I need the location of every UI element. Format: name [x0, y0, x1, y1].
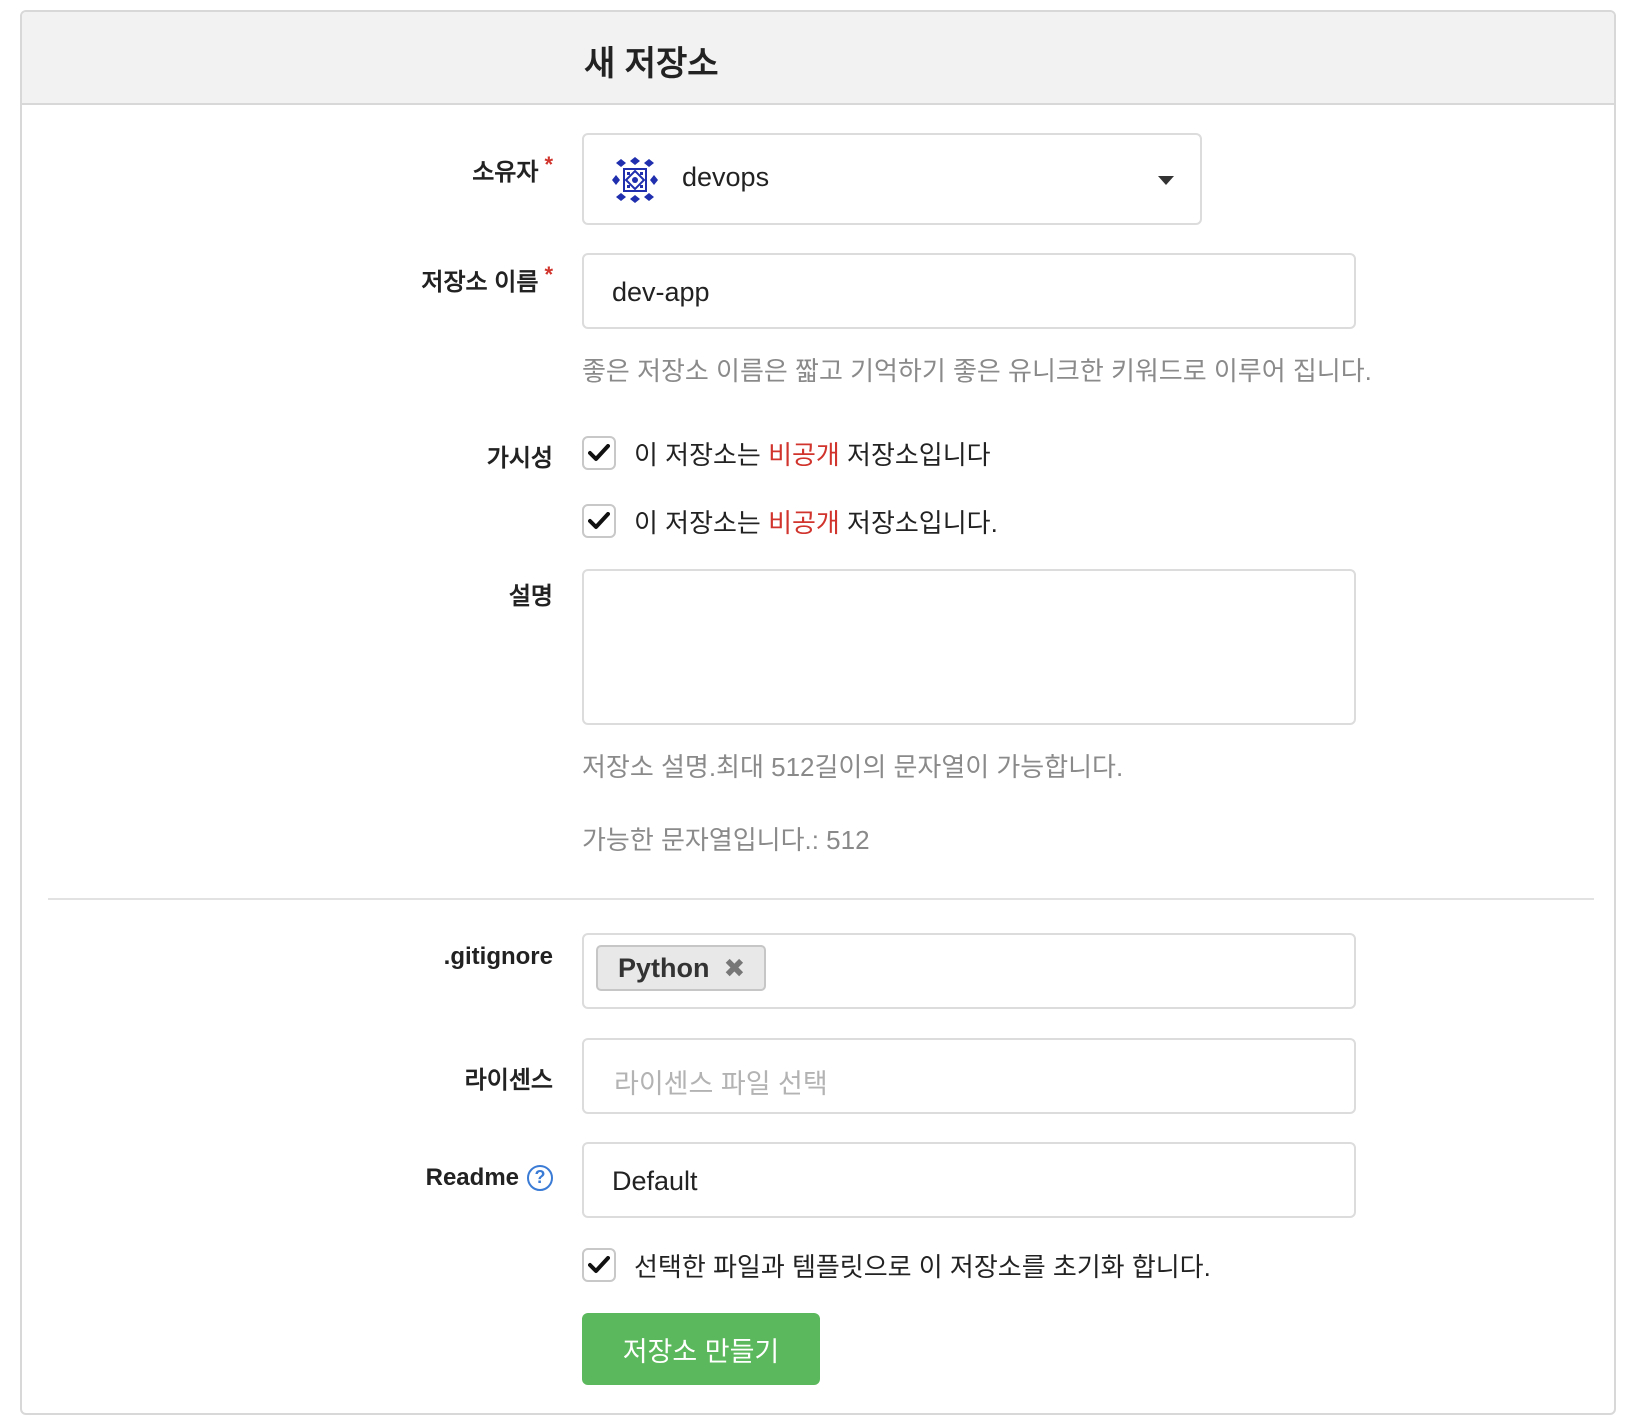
create-repo-button[interactable]: 저장소 만들기	[582, 1313, 820, 1385]
readme-value: Default	[612, 1166, 698, 1196]
description-label: 설명	[508, 583, 553, 610]
readme-select[interactable]: Default	[582, 1142, 1356, 1218]
owner-dropdown[interactable]: devops	[582, 133, 1202, 225]
init-repo-option[interactable]: 선택한 파일과 템플릿으로 이 저장소를 초기화 합니다.	[582, 1248, 1211, 1282]
license-label: 라이센스	[464, 1067, 553, 1094]
visibility-option-2[interactable]: 이 저장소는 비공개 저장소입니다.	[582, 504, 998, 538]
init-checkbox[interactable]	[582, 1248, 616, 1282]
tag-label: Python	[618, 952, 710, 983]
repo-name-value: dev-app	[612, 277, 710, 307]
repo-name-input[interactable]: dev-app	[582, 253, 1356, 329]
init-label: 선택한 파일과 템플릿으로 이 저장소를 초기화 합니다.	[634, 1251, 1211, 1282]
check-icon	[588, 444, 610, 461]
visibility-option-label: 이 저장소는 비공개 저장소입니다	[634, 439, 991, 470]
check-icon	[588, 1256, 610, 1273]
visibility-option-1[interactable]: 이 저장소는 비공개 저장소입니다	[582, 436, 991, 470]
private-checkbox[interactable]	[582, 436, 616, 470]
repo-name-label: 저장소 이름 *	[421, 262, 553, 296]
panel-header: 새 저장소	[22, 12, 1614, 105]
page-title: 새 저장소	[584, 45, 719, 83]
license-placeholder: 라이센스 파일 선택	[614, 1069, 828, 1099]
private-checkbox-2[interactable]	[582, 504, 616, 538]
owner-value: devops	[682, 162, 770, 192]
description-help: 저장소 설명.최대 512길이의 문자열이 가능합니다.	[582, 752, 1124, 782]
visibility-label: 가시성	[486, 445, 553, 472]
description-textarea[interactable]	[582, 569, 1356, 725]
gitignore-label: .gitignore	[443, 943, 553, 970]
help-icon[interactable]: ?	[527, 1164, 553, 1191]
repo-name-help: 좋은 저장소 이름은 짧고 기억하기 좋은 유니크한 키워드로 이루어 집니다.	[582, 356, 1372, 386]
section-divider	[48, 898, 1594, 900]
check-icon	[588, 512, 610, 529]
gitignore-select[interactable]: Python ✖	[582, 933, 1356, 1009]
remove-tag-icon[interactable]: ✖	[724, 953, 746, 984]
owner-avatar-icon	[612, 157, 658, 208]
required-mark: *	[544, 152, 553, 177]
description-remaining: 가능한 문자열입니다.: 512	[582, 825, 870, 855]
readme-label: Readme?	[426, 1164, 553, 1193]
license-select[interactable]: 라이센스 파일 선택	[582, 1038, 1356, 1114]
visibility-option-label: 이 저장소는 비공개 저장소입니다.	[634, 507, 998, 538]
owner-label: 소유자 *	[472, 152, 553, 186]
gitignore-tag-python: Python ✖	[596, 945, 766, 991]
required-mark: *	[544, 262, 553, 287]
caret-down-icon	[1158, 173, 1174, 191]
